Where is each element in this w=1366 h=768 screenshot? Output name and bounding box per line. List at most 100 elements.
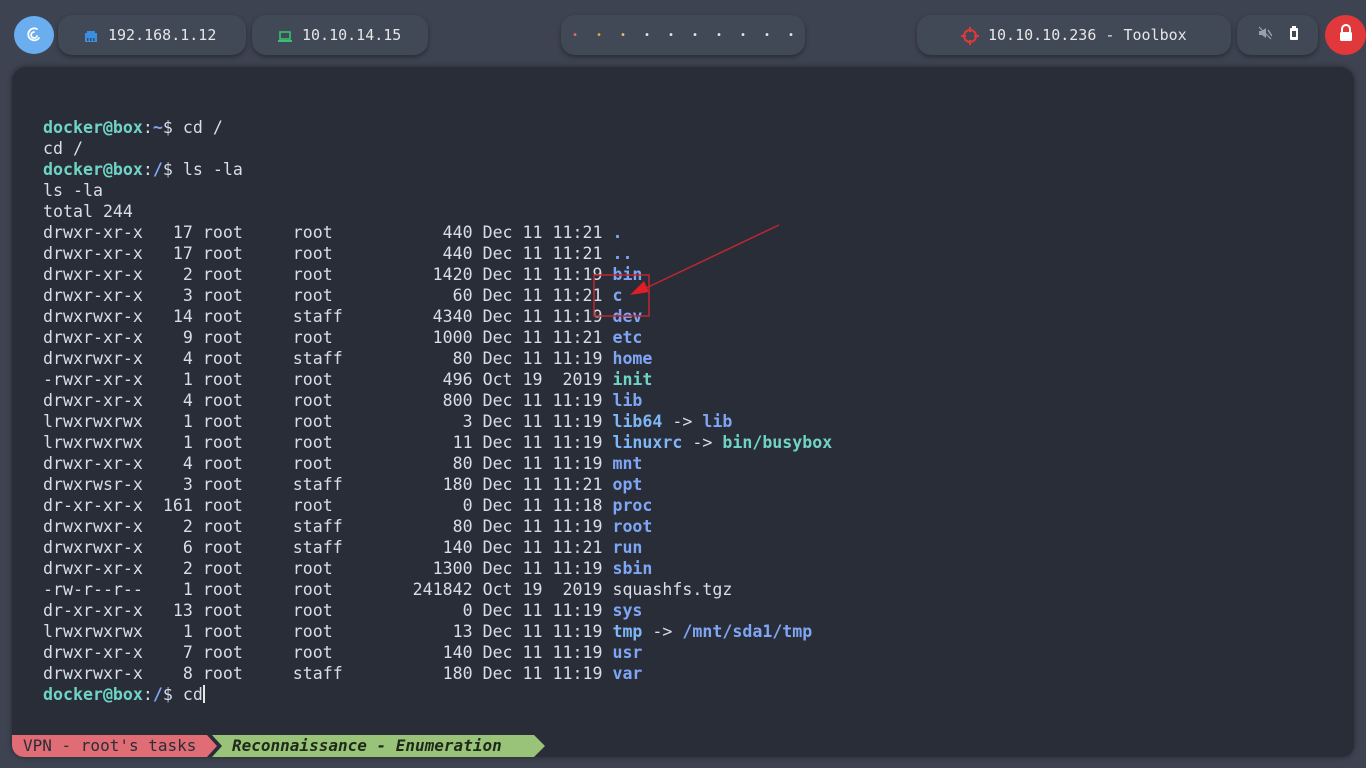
prompt-path: / (152, 160, 163, 179)
prompt-user: docker@box (43, 118, 143, 137)
listing-row: drwxrwxr-x 14 root staff 4340 Dec 11 11:… (43, 306, 832, 327)
file-metadata: lrwxrwxrwx 1 root root 13 Dec 11 11:19 (43, 622, 613, 641)
file-name: c (612, 286, 623, 305)
listing-row: dr-xr-xr-x 161 root root 0 Dec 11 11:18 … (43, 495, 832, 516)
listing-row: drwxr-xr-x 17 root root 440 Dec 11 11:21… (43, 222, 832, 243)
file-name: opt (612, 475, 643, 494)
file-metadata: lrwxrwxrwx 1 root root 11 Dec 11 11:19 (43, 433, 613, 452)
listing-row: drwxr-xr-x 7 root root 140 Dec 11 11:19 … (43, 642, 832, 663)
listing-row: drwxrwsr-x 3 root staff 180 Dec 11 11:21… (43, 474, 832, 495)
file-name: . (612, 223, 623, 242)
workspace-dot[interactable]: • (691, 30, 699, 41)
file-metadata: -rw-r--r-- 1 root root 241842 Oct 19 201… (43, 580, 613, 599)
file-metadata: drwxrwxr-x 2 root staff 80 Dec 11 11:19 (43, 517, 613, 536)
file-metadata: drwxr-xr-x 2 root root 1300 Dec 11 11:19 (43, 559, 613, 578)
battery-icon[interactable] (1289, 26, 1298, 44)
listing-row: drwxr-xr-x 4 root root 80 Dec 11 11:19 m… (43, 453, 832, 474)
prompt-symbol: $ (162, 118, 183, 137)
file-name: bin (612, 265, 643, 284)
symlink-arrow: -> (662, 412, 703, 431)
file-metadata: drwxr-xr-x 4 root root 800 Dec 11 11:19 (43, 391, 613, 410)
symlink-arrow: -> (682, 433, 723, 452)
listing-row: drwxr-xr-x 9 root root 1000 Dec 11 11:21… (43, 327, 832, 348)
lock-icon (1338, 24, 1354, 46)
symlink-target: bin/busybox (722, 433, 833, 452)
listing-row: drwxr-xr-x 2 root root 1300 Dec 11 11:19… (43, 558, 832, 579)
file-metadata: drwxrwxr-x 4 root staff 80 Dec 11 11:19 (43, 349, 613, 368)
file-metadata: drwxrwxr-x 6 root staff 140 Dec 11 11:21 (43, 538, 613, 557)
file-metadata: drwxr-xr-x 3 root root 60 Dec 11 11:21 (43, 286, 613, 305)
workspace-dot[interactable]: • (667, 30, 675, 41)
prompt-user: docker@box (43, 685, 143, 704)
terminal-output: docker@box:~$ cd / cd / docker@box:/$ ls -… (43, 117, 832, 705)
prompt-user: docker@box (43, 160, 143, 179)
terminal-window[interactable]: docker@box:~$ cd / cd / docker@box:/$ ls -… (12, 67, 1354, 757)
tmux-status-bar: VPN - root's tasks Reconnaissance - Enum… (12, 735, 1354, 757)
system-tray (1237, 15, 1318, 55)
file-metadata: drwxr-xr-x 2 root root 1420 Dec 11 11:19 (43, 265, 613, 284)
status-segment-vpn[interactable]: VPN - root's tasks (12, 735, 217, 757)
listing-row: -rwxr-xr-x 1 root root 496 Oct 19 2019 i… (43, 369, 832, 390)
workspace-dot[interactable]: • (619, 30, 627, 41)
file-name: .. (612, 244, 633, 263)
prompt-line: docker@box:~$ cd / (43, 117, 832, 138)
vpn-ip-widget[interactable]: 10.10.14.15 (252, 15, 428, 55)
file-name: squashfs.tgz (612, 580, 733, 599)
listing-row: drwxr-xr-x 3 root root 60 Dec 11 11:21 c (43, 285, 832, 306)
file-metadata: drwxr-xr-x 17 root root 440 Dec 11 11:21 (43, 244, 613, 263)
target-widget[interactable]: 10.10.10.236 - Toolbox (917, 15, 1231, 55)
file-name: lib (612, 391, 643, 410)
file-name: lib64 (612, 412, 663, 431)
status-segment-task[interactable]: Reconnaissance - Enumeration (212, 735, 545, 757)
file-metadata: drwxrwxr-x 14 root staff 4340 Dec 11 11:… (43, 307, 613, 326)
file-name: home (612, 349, 653, 368)
file-name: mnt (612, 454, 643, 473)
file-metadata: dr-xr-xr-x 161 root root 0 Dec 11 11:18 (43, 496, 613, 515)
lock-screen-button[interactable] (1325, 15, 1366, 55)
workspace-dot[interactable]: • (739, 30, 747, 41)
listing-row: dr-xr-xr-x 13 root root 0 Dec 11 11:19 s… (43, 600, 832, 621)
command-text: cd (182, 685, 203, 704)
workspace-dot[interactable]: • (763, 30, 771, 41)
file-name: linuxrc (612, 433, 683, 452)
symlink-target: /mnt/sda1/tmp (682, 622, 813, 641)
prompt-path: ~ (152, 118, 163, 137)
command-text: ls -la (182, 160, 243, 179)
workspace-dot[interactable]: • (643, 30, 651, 41)
workspace-dot[interactable]: • (571, 30, 579, 41)
listing-row: drwxr-xr-x 2 root root 1420 Dec 11 11:19… (43, 264, 832, 285)
file-name: sys (612, 601, 643, 620)
listing-row: drwxrwxr-x 4 root staff 80 Dec 11 11:19 … (43, 348, 832, 369)
prompt-line: docker@box:/$ cd (43, 684, 832, 705)
file-metadata: lrwxrwxrwx 1 root root 3 Dec 11 11:19 (43, 412, 613, 431)
top-panel: 192.168.1.12 10.10.14.15 • • • • • • • • • • 10.1… (0, 0, 1366, 68)
file-metadata: -rwxr-xr-x 1 root root 496 Oct 19 2019 (43, 370, 613, 389)
text-cursor (202, 685, 205, 703)
file-name: sbin (612, 559, 653, 578)
listing-row: drwxrwxr-x 6 root staff 140 Dec 11 11:21… (43, 537, 832, 558)
symlink-target: lib (702, 412, 733, 431)
symlink-arrow: -> (642, 622, 683, 641)
file-name: usr (612, 643, 643, 662)
file-metadata: drwxr-xr-x 7 root root 140 Dec 11 11:19 (43, 643, 613, 662)
file-metadata: drwxrwsr-x 3 root staff 180 Dec 11 11:21 (43, 475, 613, 494)
file-name: dev (612, 307, 643, 326)
file-metadata: dr-xr-xr-x 13 root root 0 Dec 11 11:19 (43, 601, 613, 620)
speaker-muted-icon[interactable] (1258, 26, 1273, 44)
target-label: 10.10.10.236 - Toolbox (988, 26, 1187, 44)
listing-row: lrwxrwxrwx 1 root root 11 Dec 11 11:19 l… (43, 432, 832, 453)
listing-row: drwxrwxr-x 8 root staff 180 Dec 11 11:19… (43, 663, 832, 684)
listing-row: -rw-r--r-- 1 root root 241842 Oct 19 201… (43, 579, 832, 600)
prompt-symbol: $ (162, 160, 183, 179)
file-name: proc (612, 496, 653, 515)
file-name: root (612, 517, 653, 536)
workspace-dot[interactable]: • (715, 30, 723, 41)
workspace-dot[interactable]: • (787, 30, 795, 41)
prompt-separator: : (142, 685, 153, 704)
file-metadata: drwxr-xr-x 17 root root 440 Dec 11 11:21 (43, 223, 613, 242)
file-name: run (612, 538, 643, 557)
debian-logo-icon[interactable] (14, 16, 54, 54)
listing-row: lrwxrwxrwx 1 root root 3 Dec 11 11:19 li… (43, 411, 832, 432)
ip-address-widget[interactable]: 192.168.1.12 (58, 15, 246, 55)
workspace-dot[interactable]: • (595, 30, 603, 41)
